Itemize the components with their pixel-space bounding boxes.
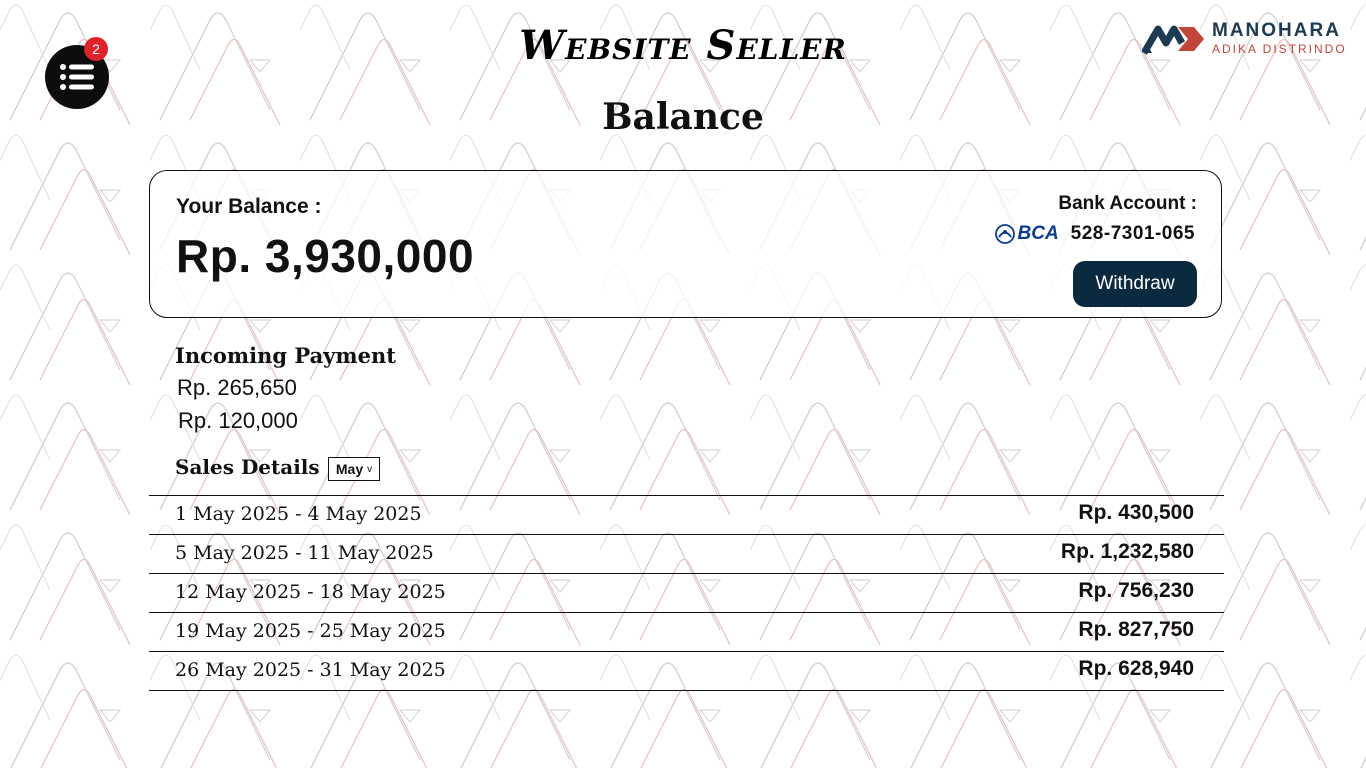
sales-date-range: 1 May 2025 - 4 May 2025 bbox=[175, 503, 422, 525]
brand-name: MANOHARA bbox=[1212, 20, 1341, 41]
sales-date-range: 19 May 2025 - 25 May 2025 bbox=[175, 620, 446, 642]
bank-account-label: Bank Account : bbox=[1058, 193, 1197, 214]
month-select-value: May bbox=[335, 461, 364, 477]
balance-amount: Rp. 3,930,000 bbox=[176, 230, 475, 282]
incoming-payment-item: Rp. 120,000 bbox=[178, 408, 298, 433]
incoming-payment-title: Incoming Payment bbox=[175, 343, 396, 368]
brand-subtitle: ADIKA DISTRINDO bbox=[1212, 42, 1347, 56]
page-title: Balance bbox=[602, 96, 764, 138]
table-row: 5 May 2025 - 11 May 2025 Rp. 1,232,580 bbox=[149, 534, 1224, 573]
chevron-down-icon: v bbox=[367, 463, 373, 475]
sales-table: 1 May 2025 - 4 May 2025 Rp. 430,500 5 Ma… bbox=[149, 495, 1224, 691]
table-row: 12 May 2025 - 18 May 2025 Rp. 756,230 bbox=[149, 573, 1224, 612]
bca-emblem-icon bbox=[994, 224, 1015, 244]
month-select[interactable]: May v bbox=[328, 457, 380, 481]
incoming-payment-item: Rp. 265,650 bbox=[177, 375, 297, 400]
bank-account-number: 528-7301-065 bbox=[1070, 223, 1195, 244]
bca-logo: BCA bbox=[994, 223, 1059, 245]
sales-amount: Rp. 1,232,580 bbox=[1060, 540, 1194, 563]
sales-amount: Rp. 430,500 bbox=[1078, 501, 1194, 524]
brand-logo: MANOHARA ADIKA DISTRINDO bbox=[1142, 18, 1352, 58]
sales-amount: Rp. 628,940 bbox=[1078, 657, 1194, 680]
bank-account-row: BCA 528-7301-065 bbox=[994, 223, 1196, 245]
sales-details-title: Sales Details bbox=[175, 455, 320, 479]
content: 2 Website Seller MANOHARA ADIKA DISTRIND… bbox=[0, 0, 1366, 768]
table-row: 1 May 2025 - 4 May 2025 Rp. 430,500 bbox=[149, 495, 1224, 534]
sales-date-range: 26 May 2025 - 31 May 2025 bbox=[175, 659, 446, 681]
withdraw-button[interactable]: Withdraw bbox=[1073, 261, 1197, 307]
page: 2 Website Seller MANOHARA ADIKA DISTRIND… bbox=[0, 0, 1366, 768]
balance-label: Your Balance : bbox=[176, 195, 322, 218]
sales-amount: Rp. 827,750 bbox=[1078, 618, 1194, 641]
table-row: 19 May 2025 - 25 May 2025 Rp. 827,750 bbox=[149, 612, 1224, 651]
manohara-logo-icon bbox=[1142, 25, 1204, 55]
balance-card: Your Balance : Rp. 3,930,000 Bank Accoun… bbox=[149, 170, 1222, 318]
sales-amount: Rp. 756,230 bbox=[1078, 579, 1194, 602]
sales-date-range: 12 May 2025 - 18 May 2025 bbox=[175, 581, 446, 603]
sales-date-range: 5 May 2025 - 11 May 2025 bbox=[175, 542, 434, 564]
table-row: 26 May 2025 - 31 May 2025 Rp. 628,940 bbox=[149, 651, 1224, 691]
bank-name: BCA bbox=[1017, 223, 1059, 244]
